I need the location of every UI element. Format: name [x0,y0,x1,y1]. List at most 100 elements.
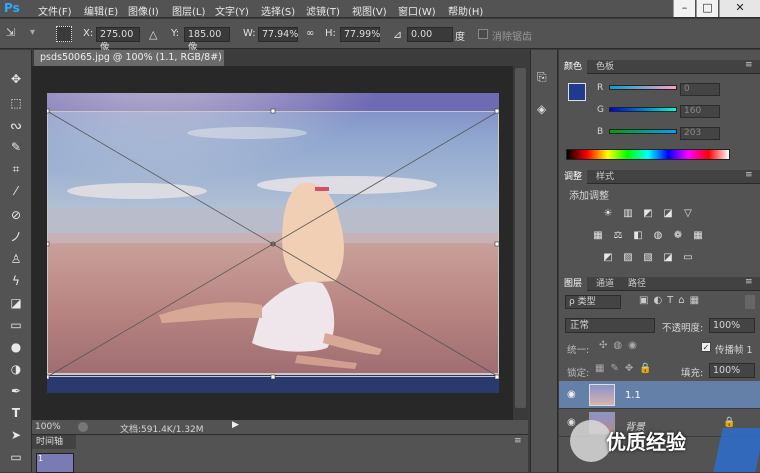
close-button[interactable]: ✕ [719,0,760,17]
history-panel-icon[interactable]: ⎘ [537,70,547,85]
x-input[interactable]: 275.00 像 [96,27,140,53]
y-input[interactable]: 185.00 像 [184,27,230,53]
vibrance-icon[interactable]: ▽ [681,208,695,220]
layers-panel-menu-icon[interactable]: ≡ [745,277,753,287]
lasso-tool-icon[interactable]: ᔓ [6,116,26,134]
width-input[interactable]: 77.94% [258,27,298,42]
blend-mode-select[interactable]: 正常 [565,318,655,333]
filter-toggle[interactable] [745,295,755,309]
angle-input[interactable]: 0.00 [407,27,453,42]
menu-select[interactable]: 选择(S) [261,3,295,18]
marquee-tool-icon[interactable]: ⬚ [6,94,26,112]
pen-tool-icon[interactable]: ✒ [6,382,26,400]
eyedropper-tool-icon[interactable]: ⁄ [6,182,26,200]
status-menu-icon[interactable] [78,422,88,432]
lock-icons[interactable]: ▦✎✥🔒 [595,363,658,374]
menu-edit[interactable]: 编辑(E) [84,3,118,18]
stamp-tool-icon[interactable]: ♙ [6,250,26,268]
g-value[interactable]: 160 [680,105,720,118]
delta-icon[interactable]: △ [149,28,157,41]
layer-row[interactable]: ◉ 1.1 [559,381,760,409]
black-white-icon[interactable]: ◧ [631,230,645,242]
gradient-tool-icon[interactable]: ▭ [6,316,26,334]
invert-icon[interactable]: ◩ [601,252,615,264]
exposure-icon[interactable]: ◪ [661,208,675,220]
tab-styles[interactable]: 样式 [591,170,619,184]
crop-tool-icon[interactable]: ⌗ [6,160,26,178]
history-brush-tool-icon[interactable]: ϟ [6,272,26,290]
shape-tool-icon[interactable]: ▭ [6,448,26,466]
menu-layer[interactable]: 图层(L) [172,3,205,18]
posterize-icon[interactable]: ▨ [621,252,635,264]
link-icon[interactable]: ∞ [306,28,314,39]
hue-saturation-icon[interactable]: ▦ [591,230,605,242]
menu-image[interactable]: 图像(I) [128,3,159,18]
fill-input[interactable]: 100% [709,363,755,378]
g-slider[interactable] [609,107,677,112]
blur-tool-icon[interactable]: ● [6,338,26,356]
properties-panel-icon[interactable]: ◈ [537,102,546,116]
r-slider[interactable] [609,85,677,90]
move-tool-icon[interactable]: ✥ [6,70,26,88]
menu-view[interactable]: 视图(V) [352,3,387,18]
threshold-icon[interactable]: ▧ [641,252,655,264]
timeline-tab[interactable]: 时间轴 [32,435,76,449]
lock-label: 锁定: [567,368,590,379]
type-tool-icon[interactable]: T [6,404,26,422]
brush-tool-icon[interactable]: ノ [6,228,26,246]
timeline-menu-icon[interactable]: ≡ [514,436,522,446]
tab-adjustments[interactable]: 调整 [559,170,588,184]
tab-color[interactable]: 颜色 [559,60,588,74]
color-spectrum-bar[interactable] [566,149,730,160]
transform-tool-icon[interactable]: ⇲ [6,26,24,42]
reference-point-icon[interactable] [56,26,72,42]
selective-color-icon[interactable]: ◪ [661,252,675,264]
layer-name[interactable]: 1.1 [625,390,641,401]
propagate-checkbox[interactable]: ✓ [701,342,711,352]
healing-brush-tool-icon[interactable]: ⊘ [6,206,26,224]
foreground-color-swatch[interactable] [568,83,586,101]
status-arrow-icon[interactable]: ▶ [232,420,244,434]
separator: ▾ [30,27,36,38]
dodge-tool-icon[interactable]: ◑ [6,360,26,378]
vertical-scrollbar[interactable] [513,66,528,420]
canvas-image[interactable] [47,93,499,393]
menu-help[interactable]: 帮助(H) [448,3,483,18]
height-input[interactable]: 77.99% [340,27,380,42]
curves-icon[interactable]: ◩ [641,208,655,220]
brightness-icon[interactable]: ☀ [601,208,615,220]
tab-layers[interactable]: 图层 [559,277,588,291]
tab-channels[interactable]: 通道 [591,277,619,291]
channel-mixer-icon[interactable]: ❁ [671,230,685,242]
levels-icon[interactable]: ▥ [621,208,635,220]
layer-filter-icons[interactable]: ▣◐T⌂▦ [639,295,704,306]
b-value[interactable]: 203 [680,127,720,140]
color-balance-icon[interactable]: ⚖ [611,230,625,242]
menu-window[interactable]: 窗口(W) [398,3,436,18]
opacity-input[interactable]: 100% [709,318,755,333]
gradient-map-icon[interactable]: ▭ [681,252,695,264]
menu-file[interactable]: 文件(F) [38,3,72,18]
zoom-level[interactable]: 100% [35,422,61,432]
path-select-tool-icon[interactable]: ➤ [6,426,26,444]
unify-icons[interactable]: ✣◍◉ [599,340,643,351]
r-value[interactable]: 0 [680,83,720,96]
color-lookup-icon[interactable]: ▦ [691,230,705,242]
b-slider[interactable] [609,129,677,134]
eraser-tool-icon[interactable]: ◪ [6,294,26,312]
transform-box[interactable] [47,93,499,393]
tab-swatches[interactable]: 色板 [591,60,619,74]
antialias-checkbox[interactable] [478,29,488,39]
layer-filter-select[interactable]: ρ 类型 [565,295,621,309]
color-panel-menu-icon[interactable]: ≡ [745,60,753,70]
document-tab[interactable]: psds50065.jpg @ 100% (1.1, RGB/8#) × [34,50,224,79]
adjust-panel-menu-icon[interactable]: ≡ [745,170,753,180]
photo-filter-icon[interactable]: ◍ [651,230,665,242]
tab-paths[interactable]: 路径 [623,277,651,291]
menu-filter[interactable]: 滤镜(T) [306,3,340,18]
minimize-button[interactable]: – [673,0,695,17]
maximize-button[interactable]: □ [696,0,718,17]
visibility-eye-icon[interactable]: ◉ [567,389,576,400]
menu-type[interactable]: 文字(Y) [215,3,249,18]
quick-select-tool-icon[interactable]: ✎ [6,138,26,156]
